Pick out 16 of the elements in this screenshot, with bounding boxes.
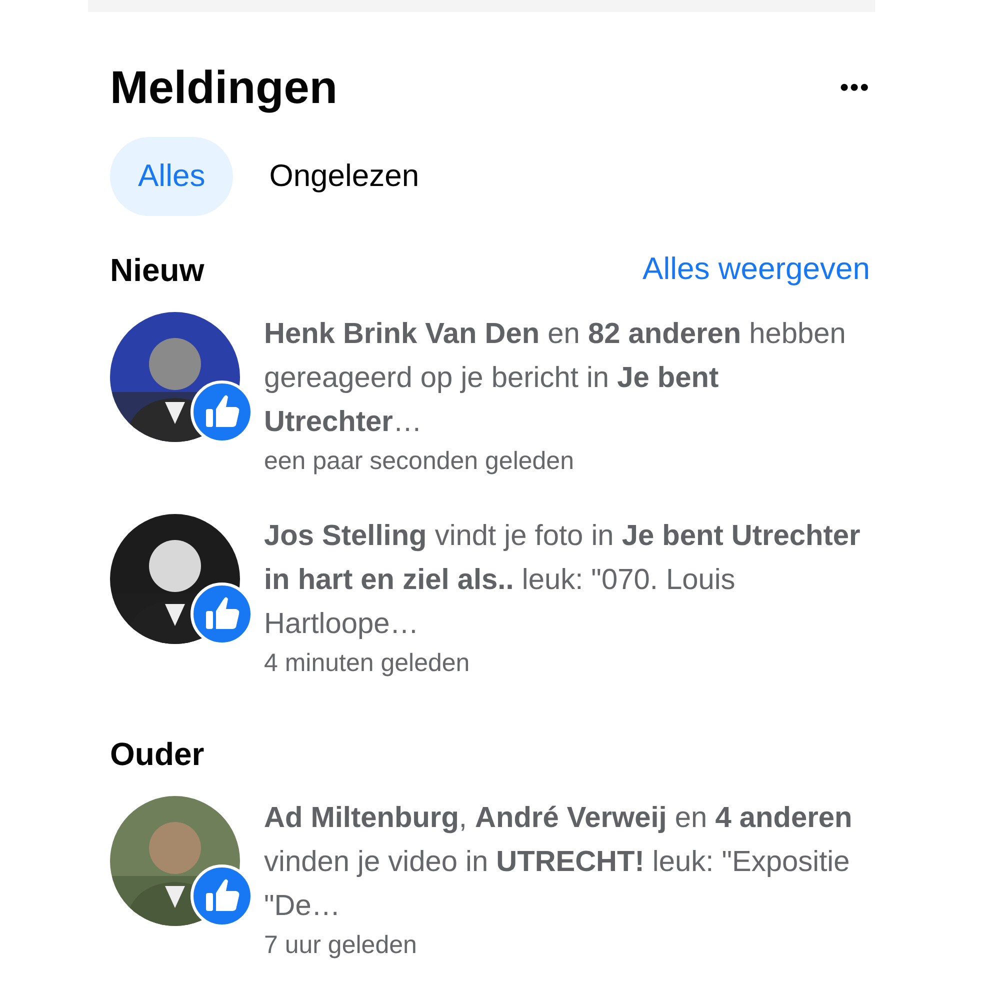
notification-item[interactable]: Jos Stelling vindt je foto in Je bent Utrechter in hart en ziel als.. leuk: "070. Louis Hartloope… 4 minuten geleden bbox=[110, 514, 870, 680]
section-title: Nieuw bbox=[110, 250, 204, 290]
notification-text: Jos Stelling vindt je foto in Je bent Utrechter in hart en ziel als.. leuk: "070. Louis Hartloope… bbox=[264, 518, 862, 642]
notification-item[interactable]: Henk Brink Van Den en 82 anderen hebben gereageerd op je bericht in Je bent Utrechter… een paar seconden geleden bbox=[110, 312, 870, 478]
notification-text: Ad Miltenburg, André Verweij en 4 anderen vinden je video in UTRECHT! leuk: "Expositie "De… bbox=[264, 800, 854, 924]
see-all-link[interactable]: Alles weergeven bbox=[642, 246, 870, 293]
notification-time: 7 uur geleden bbox=[264, 930, 418, 961]
filter-tab[interactable]: Ongelezen bbox=[241, 137, 448, 216]
notification-time: een paar seconden geleden bbox=[264, 446, 575, 477]
notification-time: 4 minuten geleden bbox=[264, 648, 471, 679]
more-button[interactable]: ••• bbox=[840, 68, 870, 108]
section-title: Ouder bbox=[110, 734, 204, 774]
filter-tab[interactable]: Alles bbox=[110, 137, 234, 216]
notification-item[interactable]: Ad Miltenburg, André Verweij en 4 anderen vinden je video in UTRECHT! leuk: "Expositie "De… 7 uur geleden bbox=[110, 796, 870, 962]
page-title: Meldingen bbox=[110, 60, 338, 115]
notification-text: Henk Brink Van Den en 82 anderen hebben gereageerd op je bericht in Je bent Utrechter… bbox=[264, 316, 847, 440]
